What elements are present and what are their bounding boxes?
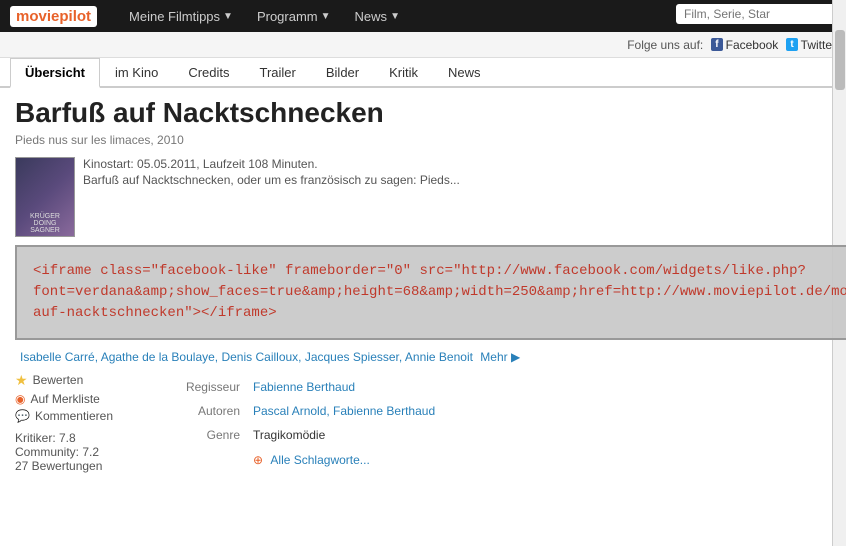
bookmark-icon: ◉: [15, 392, 25, 406]
rating-section: Kritiker: 7.8 Community: 7.2 27 Bewertun…: [15, 431, 135, 473]
search-input[interactable]: [676, 4, 836, 24]
regisseur-link[interactable]: Fabienne Berthaud: [253, 380, 355, 394]
schlagworte-link-container: ⊕ Alle Schlagworte...: [253, 453, 435, 473]
regisseur-label: Regisseur: [145, 380, 245, 400]
tab-kritik[interactable]: Kritik: [374, 58, 433, 88]
autoren-label: Autoren: [145, 404, 245, 424]
tab-trailer[interactable]: Trailer: [245, 58, 311, 88]
action-buttons: ★ Bewerten ◉ Auf Merkliste 💬 Kommentiere…: [15, 372, 135, 423]
chevron-down-icon: ▼: [390, 11, 400, 22]
scrollbar-thumb[interactable]: [835, 30, 845, 90]
star-icon: ★: [15, 372, 28, 389]
info-bar: KRÜGER DOING SAGNER Kinostart: 05.05.201…: [15, 157, 846, 237]
follow-label: Folge uns auf:: [627, 38, 703, 52]
chevron-down-icon: ▼: [321, 11, 331, 22]
site-logo[interactable]: moviepilot: [10, 6, 97, 27]
description-text: Barfuß auf Nacktschnecken, oder um es fr…: [83, 173, 460, 187]
genre-value: Tragikomödie: [253, 428, 435, 448]
cast-section: Isabelle Carré, Agathe de la Boulaye, De…: [15, 350, 846, 364]
main-nav: Meine Filmtipps ▼ Programm ▼ News ▼: [117, 0, 412, 32]
schlagworte-icon: ⊕: [253, 453, 263, 467]
community-rating: Community: 7.2: [15, 445, 135, 459]
details-grid: Regisseur Fabienne Berthaud Autoren Pasc…: [145, 380, 435, 473]
bewertungen-count: 27 Bewertungen: [15, 459, 135, 473]
kommentieren-button[interactable]: 💬 Kommentieren: [15, 409, 135, 423]
kritiker-rating: Kritiker: 7.8: [15, 431, 135, 445]
nav-news[interactable]: News ▼: [343, 0, 412, 32]
bewerten-button[interactable]: ★ Bewerten: [15, 372, 135, 389]
movie-info-text: Kinostart: 05.05.2011, Laufzeit 108 Minu…: [83, 157, 460, 189]
comment-icon: 💬: [15, 409, 30, 423]
movie-subtitle: Pieds nus sur les limaces, 2010: [15, 133, 846, 147]
tab-bilder[interactable]: Bilder: [311, 58, 374, 88]
iframe-code-overlay: <iframe class="facebook-like" frameborde…: [15, 245, 846, 340]
regisseur-value: Fabienne Berthaud: [253, 380, 435, 400]
twitter-icon: t: [786, 38, 797, 51]
autoren-link[interactable]: Pascal Arnold, Fabienne Berthaud: [253, 404, 435, 418]
tab-im-kino[interactable]: im Kino: [100, 58, 173, 88]
top-nav: moviepilot Meine Filmtipps ▼ Programm ▼ …: [0, 0, 846, 32]
genre-label: Genre: [145, 428, 245, 448]
iframe-code-text: <iframe class="facebook-like" frameborde…: [33, 263, 846, 321]
tab-credits[interactable]: Credits: [173, 58, 244, 88]
logo-pilot: pilot: [59, 8, 91, 25]
social-bar: Folge uns auf: f Facebook t Twitter: [0, 32, 846, 58]
autoren-value: Pascal Arnold, Fabienne Berthaud: [253, 404, 435, 424]
tab-bar: Übersicht im Kino Credits Trailer Bilder…: [0, 58, 846, 88]
nav-programm[interactable]: Programm ▼: [245, 0, 343, 32]
tab-ubersicht[interactable]: Übersicht: [10, 58, 100, 88]
merkliste-button[interactable]: ◉ Auf Merkliste: [15, 392, 135, 406]
schlagworte-spacer: [145, 453, 245, 473]
twitter-link[interactable]: t Twitter: [786, 38, 836, 52]
facebook-link[interactable]: f Facebook: [711, 38, 778, 52]
main-content: Barfuß auf Nacktschnecken Pieds nus sur …: [0, 88, 846, 483]
logo-movie: movie: [16, 8, 59, 25]
cast-names[interactable]: Isabelle Carré, Agathe de la Boulaye, De…: [20, 350, 473, 364]
movie-title: Barfuß auf Nacktschnecken: [15, 98, 846, 129]
left-content: Barfuß auf Nacktschnecken Pieds nus sur …: [0, 88, 846, 483]
kinostart-text: Kinostart: 05.05.2011, Laufzeit 108 Minu…: [83, 157, 460, 171]
schlagworte-link[interactable]: Alle Schlagworte...: [270, 453, 369, 467]
actions-ratings: ★ Bewerten ◉ Auf Merkliste 💬 Kommentiere…: [15, 372, 135, 473]
tab-news[interactable]: News: [433, 58, 496, 88]
cast-more-link[interactable]: Mehr ▶: [480, 350, 520, 364]
chevron-down-icon: ▼: [223, 11, 233, 22]
bottom-section: ★ Bewerten ◉ Auf Merkliste 💬 Kommentiere…: [15, 372, 846, 473]
nav-filmtipps[interactable]: Meine Filmtipps ▼: [117, 0, 245, 32]
movie-poster: KRÜGER DOING SAGNER: [15, 157, 75, 237]
facebook-icon: f: [711, 38, 722, 51]
